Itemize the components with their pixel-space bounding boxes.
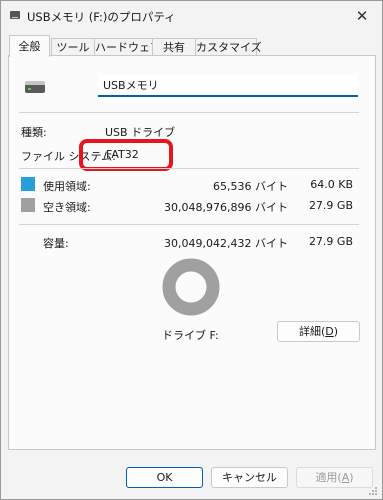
tab-customize[interactable]: カスタマイズ xyxy=(195,38,262,56)
red-highlight-annotation xyxy=(79,139,173,171)
capacity-label: 容量: xyxy=(43,237,69,250)
free-space-label: 空き領域: xyxy=(43,201,91,214)
free-space-size: 27.9 GB xyxy=(308,199,353,212)
title-bar: USBメモリ (F:)のプロパティ ✕ xyxy=(1,1,382,31)
free-space-ring xyxy=(162,258,220,316)
capacity-size: 27.9 GB xyxy=(308,235,353,248)
free-space-bytes: 30,048,976,896 バイト xyxy=(164,201,288,214)
used-space-size: 64.0 KB xyxy=(310,178,353,191)
window-title: USBメモリ (F:)のプロパティ xyxy=(27,10,176,24)
separator xyxy=(19,112,359,113)
ok-button[interactable]: OK xyxy=(126,467,203,488)
general-panel xyxy=(8,55,376,450)
capacity-bytes: 30,049,042,432 バイト xyxy=(164,237,288,250)
used-space-swatch xyxy=(21,177,35,191)
tab-hardware[interactable]: ハードウェア xyxy=(94,38,161,56)
usb-drive-icon xyxy=(25,81,45,93)
cancel-button[interactable]: キャンセル xyxy=(211,467,288,488)
tab-general[interactable]: 全般 xyxy=(9,35,50,57)
used-space-bytes: 65,536 バイト xyxy=(213,180,288,193)
apply-button[interactable]: 適用(A) xyxy=(296,467,373,488)
tab-sharing[interactable]: 共有 xyxy=(152,38,196,56)
free-space-swatch xyxy=(21,198,35,212)
drive-icon xyxy=(10,11,20,19)
tab-tools[interactable]: ツール xyxy=(51,38,95,56)
usage-donut-chart xyxy=(162,258,220,316)
resize-grip-icon[interactable] xyxy=(368,486,378,496)
type-label: 種類: xyxy=(21,126,47,139)
type-value: USB ドライブ xyxy=(105,126,176,139)
volume-name-input[interactable] xyxy=(98,75,358,97)
separator xyxy=(19,224,359,225)
separator xyxy=(19,168,359,169)
used-space-label: 使用領域: xyxy=(43,180,91,193)
drive-letter-label: ドライブ F: xyxy=(162,329,219,342)
details-button[interactable]: 詳細(D) xyxy=(277,321,360,342)
close-button[interactable]: ✕ xyxy=(343,2,381,31)
